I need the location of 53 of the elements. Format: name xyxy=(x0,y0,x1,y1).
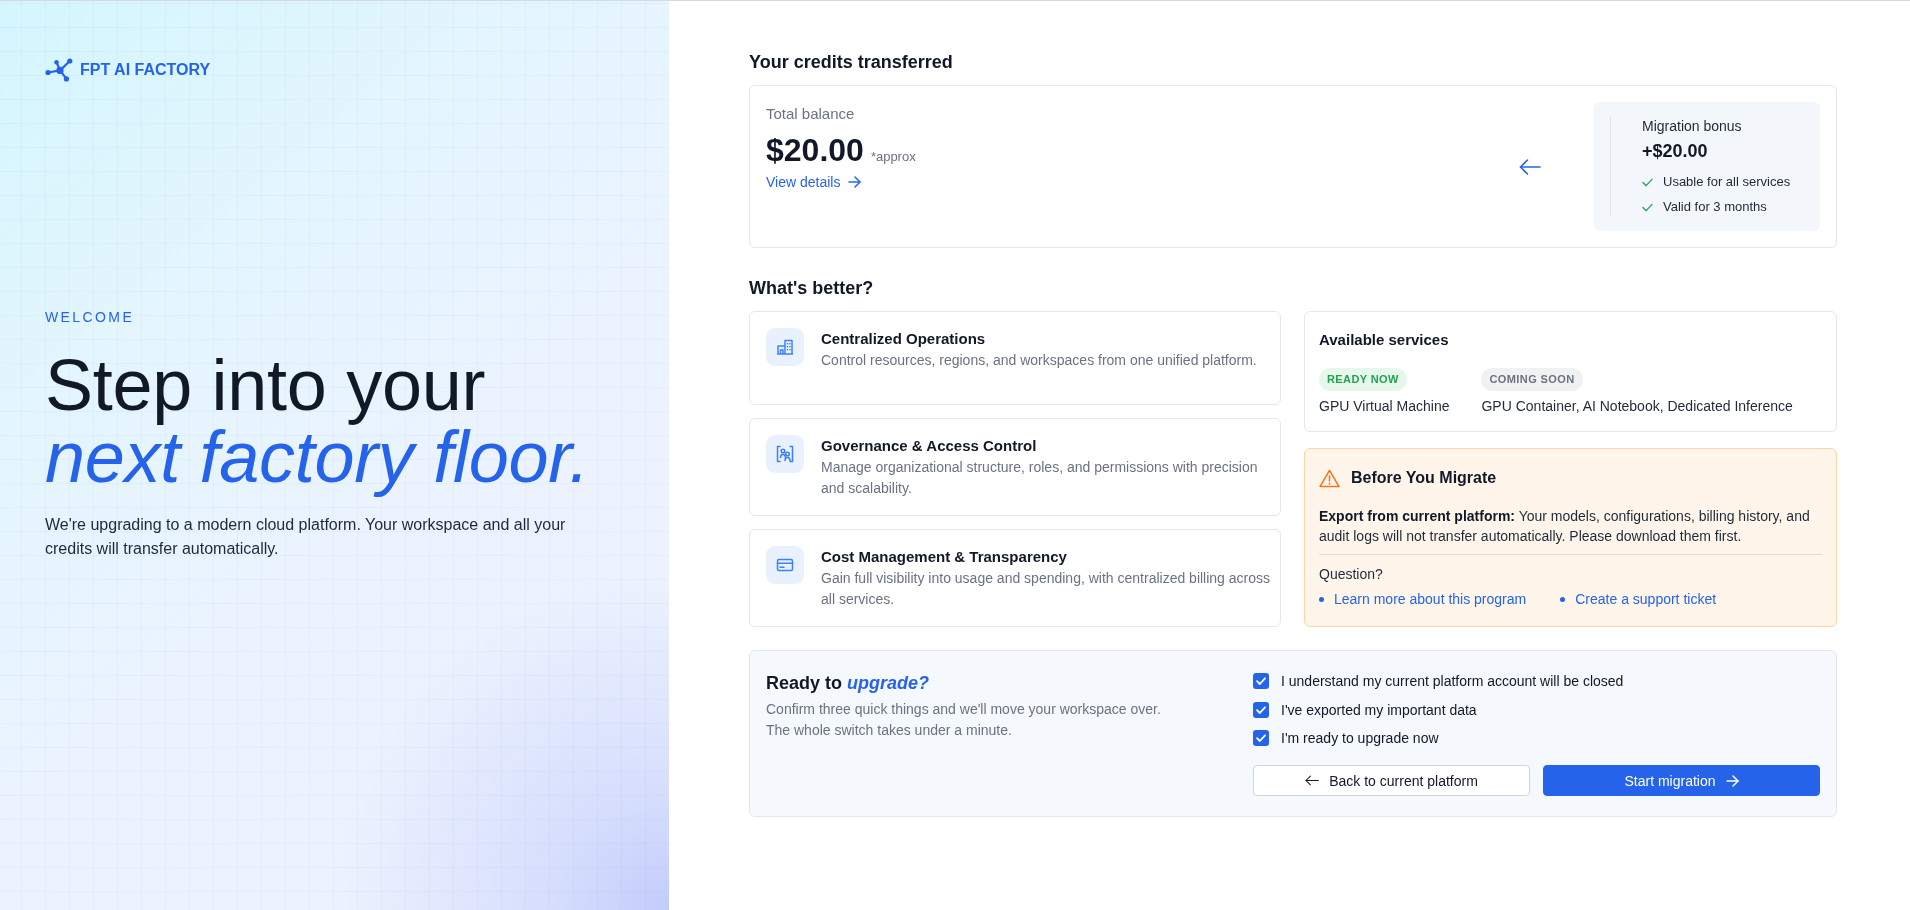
warning-icon xyxy=(1319,468,1340,488)
arrow-left-icon xyxy=(1305,775,1320,786)
bullet-icon xyxy=(1560,596,1566,602)
checkbox-label: I've exported my important data xyxy=(1281,700,1477,720)
bonus-perk: Usable for all services xyxy=(1663,173,1791,191)
warning-text: Export from current platform: Your models, configurations, billing history, and audit logs will not transfer automatically. Please download them first. xyxy=(1319,507,1811,546)
section-heading: What's better? xyxy=(749,277,875,300)
feature-title: Governance & Access Control xyxy=(821,436,1038,456)
question-label: Question? xyxy=(1319,565,1383,584)
checkbox[interactable] xyxy=(1253,730,1269,746)
welcome-label: WELCOME xyxy=(45,308,135,327)
logo-icon xyxy=(45,58,73,82)
bullet-icon xyxy=(1319,596,1324,602)
balance-label: Total balance xyxy=(766,104,855,124)
section-heading: Your credits transferred xyxy=(749,51,954,74)
people-icon xyxy=(766,435,804,473)
brand-name: FPT AI FACTORY xyxy=(80,60,211,80)
arrow-left-icon xyxy=(1519,158,1541,175)
feature-description: Gain full visibility into usage and spending, with centralized billing across all services. xyxy=(821,569,1272,609)
arrow-right-icon xyxy=(848,176,862,188)
feature-description: Control resources, regions, and workspaces from one unified platform. xyxy=(821,351,1257,370)
start-migration-button[interactable]: Start migration xyxy=(1543,765,1820,796)
checkbox-label: I understand my current platform account will be closed xyxy=(1281,672,1624,691)
back-button[interactable]: Back to current platform xyxy=(1253,765,1530,796)
checkbox[interactable] xyxy=(1253,673,1269,689)
checkbox-label: I'm ready to upgrade now xyxy=(1281,729,1439,748)
help-link[interactable]: Create a support ticket xyxy=(1575,589,1717,609)
warning-title: Before You Migrate xyxy=(1351,468,1497,488)
service-list: GPU Virtual Machine xyxy=(1319,396,1450,416)
feature-description: Manage organizational structure, roles, and permissions with precision and scalability. xyxy=(821,458,1259,498)
arrow-right-icon xyxy=(1725,774,1739,787)
service-list: GPU Container, AI Notebook, Dedicated Inference xyxy=(1481,396,1793,416)
services-title: Available services xyxy=(1319,330,1450,350)
confirm-description: Confirm three quick things and we'll move your workspace over. The whole switch takes under a minute. xyxy=(766,700,1162,740)
confirm-title: Ready to upgrade? xyxy=(766,672,931,695)
check-icon xyxy=(1642,177,1653,187)
bonus-perk: Valid for 3 months xyxy=(1663,198,1767,216)
feature-title: Centralized Operations xyxy=(821,329,987,349)
check-icon xyxy=(1642,202,1653,212)
status-badge: COMING SOON xyxy=(1481,368,1583,391)
view-details-link[interactable]: View details xyxy=(766,172,862,192)
hero-headline: Step into your next factory floor. xyxy=(45,349,590,499)
hero-description: We're upgrading to a modern cloud platform. Your workspace and all your credits will transfer automatically. xyxy=(45,515,567,559)
credit-card-icon xyxy=(766,546,804,584)
bonus-amount: +$20.00 xyxy=(1642,140,1709,163)
checkbox[interactable] xyxy=(1253,701,1269,718)
bonus-label: Migration bonus xyxy=(1642,117,1743,136)
help-link[interactable]: Learn more about this program xyxy=(1334,589,1527,609)
building-icon xyxy=(766,328,804,366)
approx-note: *approx xyxy=(870,148,916,166)
feature-title: Cost Management & Transparency xyxy=(821,547,1068,567)
balance-amount: $20.00 xyxy=(766,131,864,169)
status-badge: READY NOW xyxy=(1319,368,1407,391)
